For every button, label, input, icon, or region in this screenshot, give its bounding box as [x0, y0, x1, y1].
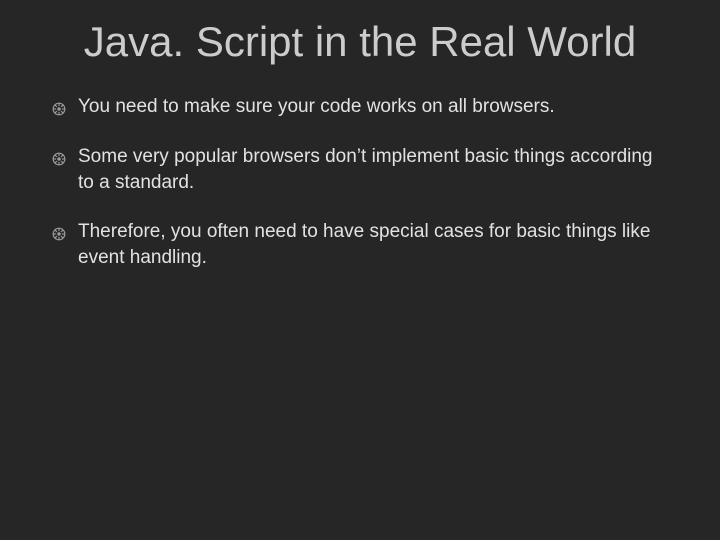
slide-title: Java. Script in the Real World — [80, 18, 640, 66]
bullet-text: Some very popular browsers don’t impleme… — [78, 144, 670, 195]
bullet-text: Therefore, you often need to have specia… — [78, 219, 670, 270]
bullet-list: You need to make sure your code works on… — [50, 94, 670, 270]
bullet-icon — [52, 148, 66, 162]
bullet-icon — [52, 98, 66, 112]
slide: Java. Script in the Real World You need … — [0, 0, 720, 540]
bullet-text: You need to make sure your code works on… — [78, 94, 670, 120]
bullet-icon — [52, 223, 66, 237]
list-item: Some very popular browsers don’t impleme… — [52, 144, 670, 195]
list-item: You need to make sure your code works on… — [52, 94, 670, 120]
list-item: Therefore, you often need to have specia… — [52, 219, 670, 270]
